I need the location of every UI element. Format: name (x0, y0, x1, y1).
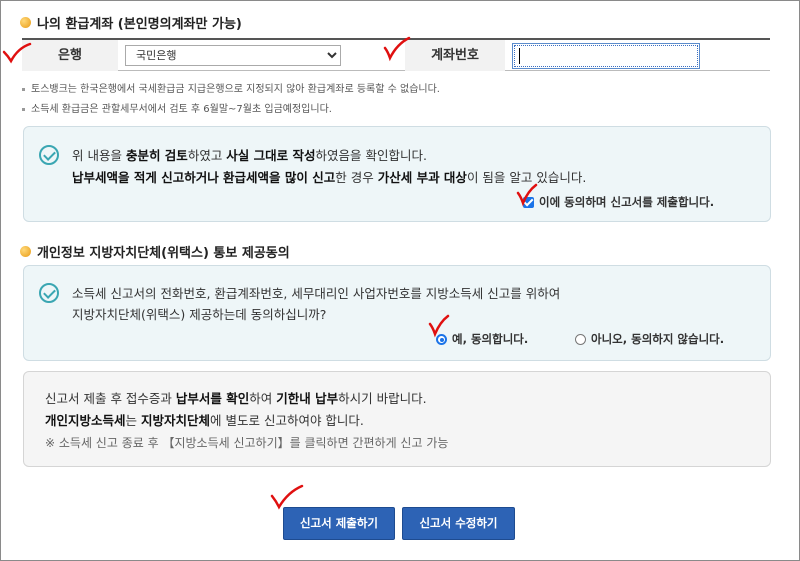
note-refund-schedule: 소득세 환급금은 관할세무서에서 검토 후 6월말~7월초 입금예정입니다. (22, 100, 332, 115)
consent-no-radio[interactable] (575, 334, 586, 345)
bullet-icon (20, 246, 31, 257)
section-title-text: 개인정보 지방자치단체(위택스) 통보 제공동의 (37, 246, 290, 261)
confirmation-box: 위 내용을 충분히 검토하였고 사실 그대로 작성하였음을 확인합니다. 납부세… (23, 126, 771, 222)
annotation-checkmark-icon (383, 36, 411, 62)
section-title-text: 나의 환급계좌 (본인명의계좌만 가능) (37, 17, 242, 32)
bullet-icon (20, 17, 31, 28)
consent-yes-label[interactable]: 예, 동의합니다. (452, 331, 528, 347)
consent-line-1: 소득세 신고서의 전화번호, 환급계좌번호, 세무대리인 사업자번호를 지방소득… (72, 286, 561, 301)
check-circle-icon (39, 145, 59, 165)
account-number-label: 계좌번호 (405, 40, 505, 71)
edit-return-button[interactable]: 신고서 수정하기 (402, 507, 515, 540)
confirm-line-1: 위 내용을 충분히 검토하였고 사실 그대로 작성하였음을 확인합니다. (72, 148, 427, 163)
consent-line-2: 지방자치단체(위택스) 제공하는데 동의하십니까? (72, 307, 327, 322)
annotation-checkmark-icon (428, 314, 450, 338)
note-bullet-icon (22, 107, 25, 111)
bank-label: 은행 (22, 40, 118, 71)
payment-info-box: 신고서 제출 후 접수증과 납부서를 확인하여 기한내 납부하시기 바랍니다. … (23, 371, 771, 467)
annotation-checkmark-icon (2, 42, 32, 64)
info-line-2: 개인지방소득세는 지방자치단체에 별도로 신고하여야 합니다. (45, 413, 364, 428)
section-title-privacy-consent: 개인정보 지방자치단체(위택스) 통보 제공동의 (20, 242, 290, 261)
privacy-consent-box: 소득세 신고서의 전화번호, 환급계좌번호, 세무대리인 사업자번호를 지방소득… (23, 265, 771, 361)
info-line-1: 신고서 제출 후 접수증과 납부서를 확인하여 기한내 납부하시기 바랍니다. (45, 391, 427, 406)
text-cursor (519, 48, 520, 64)
consent-no-label[interactable]: 아니오, 동의하지 않습니다. (591, 331, 724, 347)
annotation-checkmark-icon (270, 484, 304, 510)
note-tossbank: 토스뱅크는 한국은행에서 국세환급금 지급은행으로 지정되지 않아 환급계좌로 … (22, 80, 440, 95)
info-line-3: ※ 소득세 신고 종료 후 【지방소득세 신고하기】를 클릭하면 간편하게 신고… (45, 436, 449, 450)
section-title-refund-account: 나의 환급계좌 (본인명의계좌만 가능) (20, 13, 242, 32)
note-text: 소득세 환급금은 관할세무서에서 검토 후 6월말~7월초 입금예정입니다. (31, 104, 332, 115)
bank-select[interactable]: 국민은행 (125, 45, 341, 66)
note-bullet-icon (22, 87, 25, 91)
submit-return-button[interactable]: 신고서 제출하기 (283, 507, 395, 540)
account-number-input[interactable] (512, 43, 700, 69)
confirm-line-2: 납부세액을 적게 신고하거나 환급세액을 많이 신고한 경우 가산세 부과 대상… (72, 170, 587, 185)
check-circle-icon (39, 283, 59, 303)
agree-checkbox-label[interactable]: 이에 동의하며 신고서를 제출합니다. (539, 194, 714, 210)
note-text: 토스뱅크는 한국은행에서 국세환급금 지급은행으로 지정되지 않아 환급계좌로 … (31, 84, 440, 95)
annotation-checkmark-icon (516, 183, 538, 207)
